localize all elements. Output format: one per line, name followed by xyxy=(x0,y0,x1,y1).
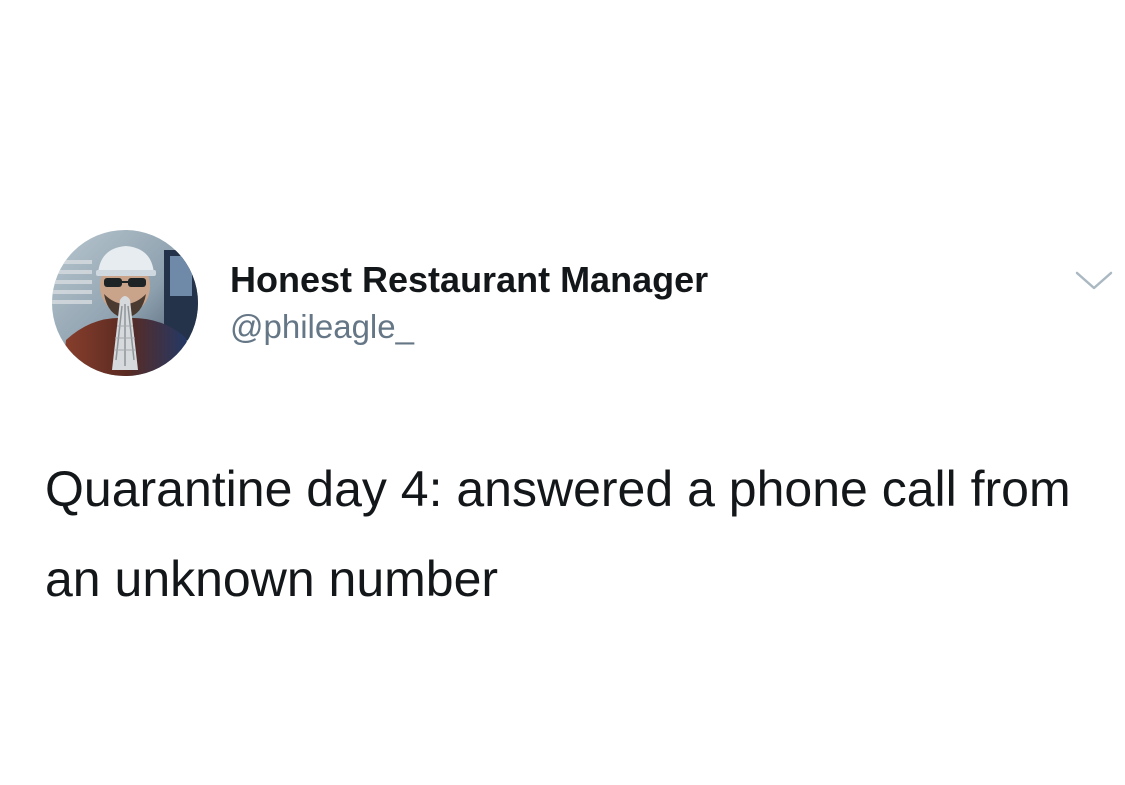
author-names: Honest Restaurant Manager @phileagle_ xyxy=(230,258,708,347)
tweet-menu-button[interactable] xyxy=(1074,268,1114,294)
chevron-down-icon xyxy=(1075,271,1113,290)
author-display-name[interactable]: Honest Restaurant Manager xyxy=(230,258,708,302)
tweet-card: Honest Restaurant Manager @phileagle_ Qu… xyxy=(0,0,1125,785)
author-handle[interactable]: @phileagle_ xyxy=(230,307,708,347)
avatar-photo xyxy=(52,230,198,376)
tweet-header: Honest Restaurant Manager @phileagle_ xyxy=(52,230,1122,380)
tweet-text: Quarantine day 4: answered a phone call … xyxy=(45,461,1071,607)
avatar[interactable] xyxy=(52,230,198,376)
